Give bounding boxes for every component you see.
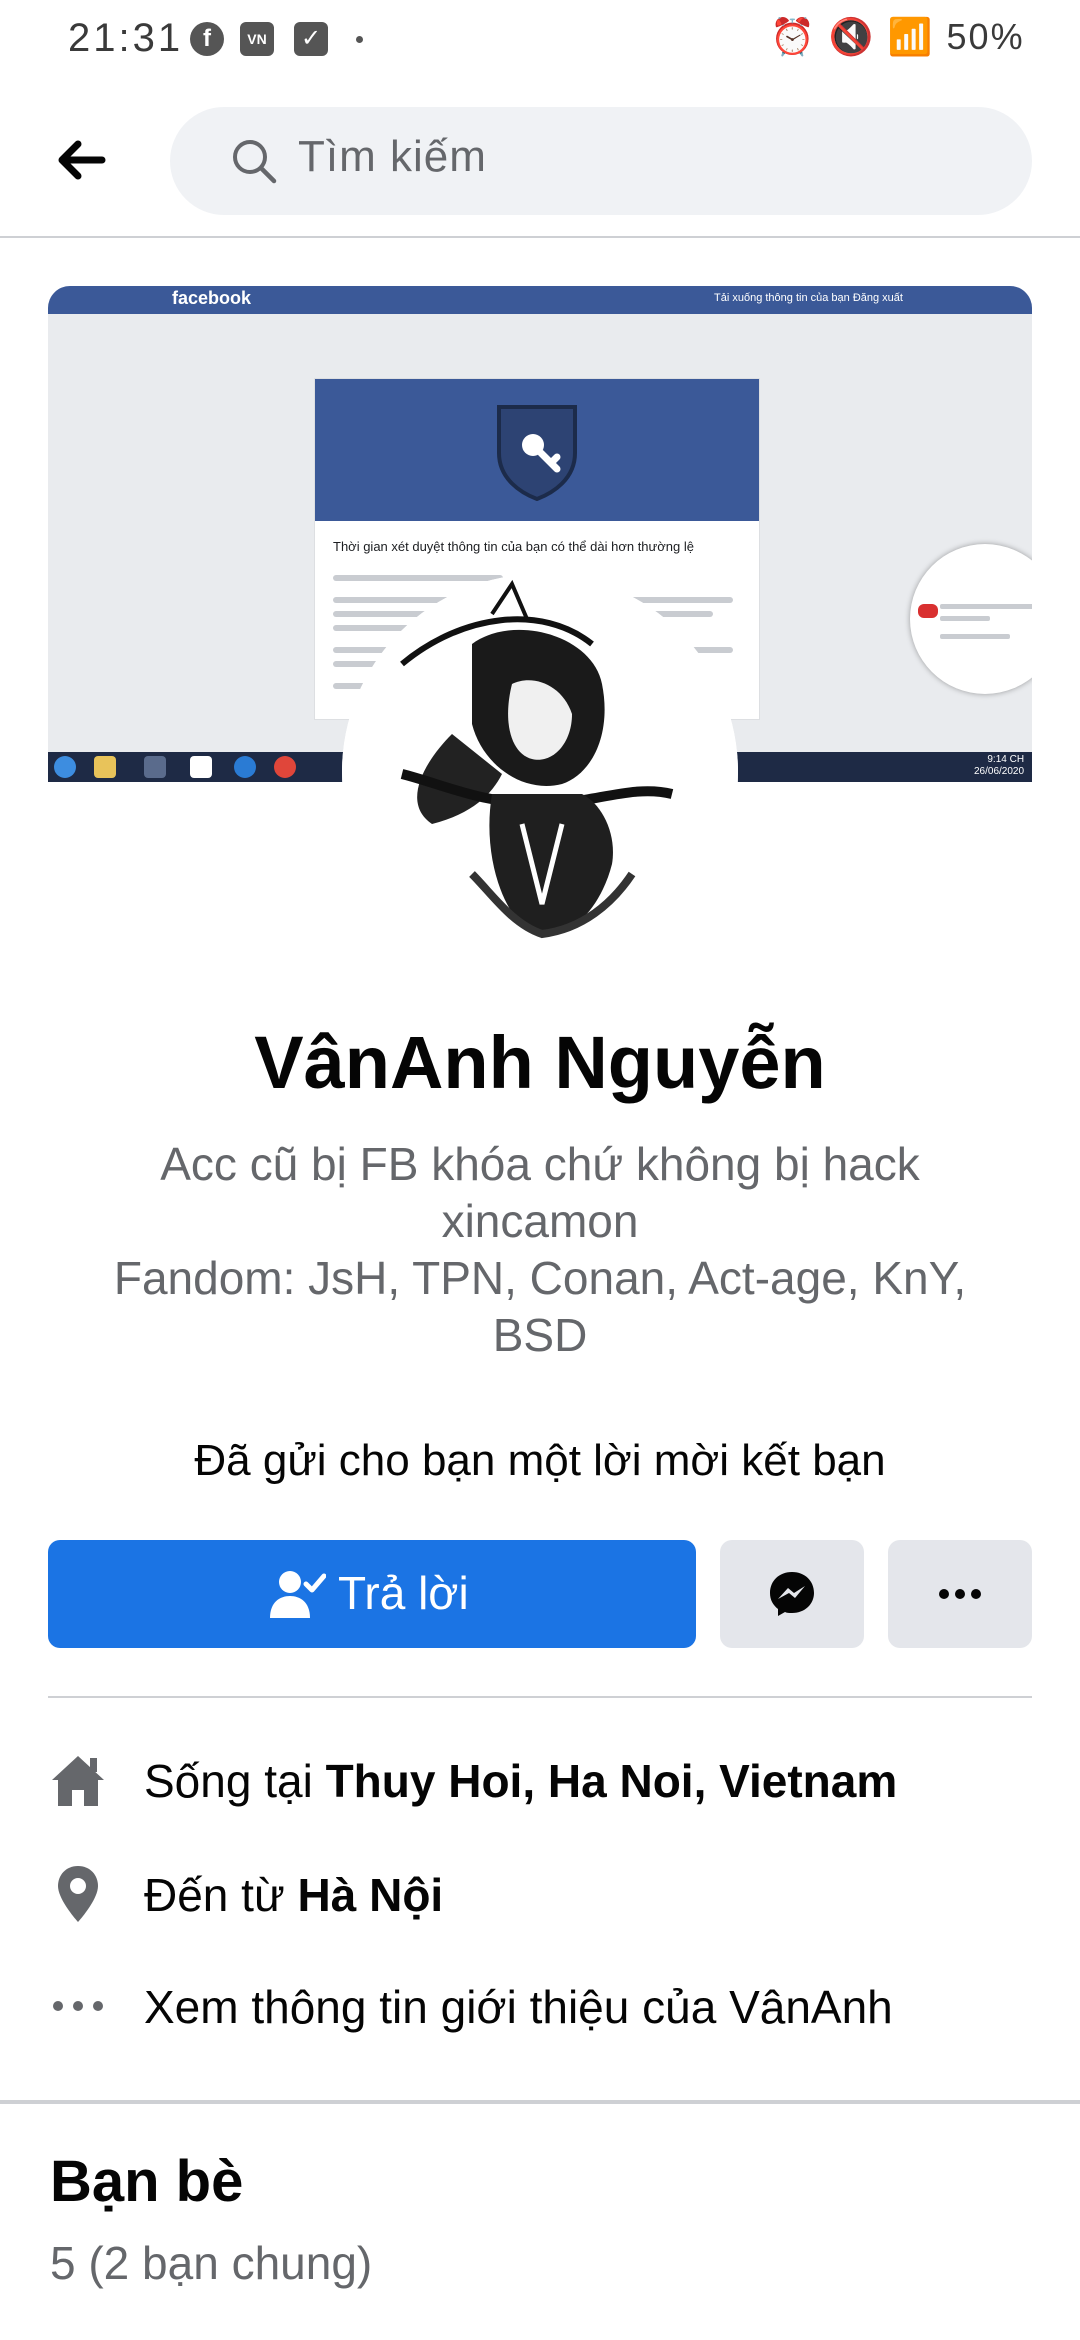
detail-prefix: Sống tại bbox=[144, 1755, 326, 1807]
cover-dialog-line bbox=[333, 575, 503, 581]
cover-dialog-header bbox=[315, 379, 759, 521]
cover-dialog-title: Thời gian xét duyệt thông tin của bạn có… bbox=[333, 539, 694, 554]
search-bar[interactable]: Tìm kiếm bbox=[170, 107, 1032, 215]
zoom-text-line bbox=[940, 604, 1032, 609]
more-icon bbox=[939, 1589, 981, 1599]
notification-dot bbox=[356, 36, 363, 43]
search-icon bbox=[233, 140, 277, 184]
cover-fb-header: facebook Tải xuống thông tin của bạn Đăn… bbox=[48, 286, 1032, 314]
detail-prefix: Đến từ bbox=[144, 1869, 298, 1921]
messenger-icon bbox=[770, 1572, 814, 1616]
profile-bio: Acc cũ bị FB khóa chứ không bị hack xinc… bbox=[80, 1136, 1000, 1364]
bio-line: xincamon bbox=[441, 1195, 639, 1247]
home-icon bbox=[52, 1756, 104, 1806]
actions-divider bbox=[48, 1696, 1032, 1698]
wifi-icon: 📶 bbox=[887, 16, 935, 57]
detail-lives-in[interactable]: Sống tại Thuy Hoi, Ha Noi, Vietnam bbox=[48, 1736, 1032, 1826]
folder-icon bbox=[94, 756, 116, 778]
detail-from[interactable]: Đến từ Hà Nội bbox=[48, 1850, 1032, 1940]
cover-clock-time: 9:14 CH bbox=[987, 754, 1025, 765]
windows-start-icon bbox=[54, 756, 76, 778]
bio-line: BSD bbox=[492, 1309, 588, 1361]
back-arrow-icon bbox=[58, 140, 106, 180]
back-button[interactable] bbox=[52, 130, 112, 190]
see-about-info-link: Xem thông tin giới thiệu của VânAnh bbox=[144, 1981, 893, 2033]
shield-key-icon bbox=[497, 405, 577, 501]
zoom-text-line bbox=[940, 634, 1010, 639]
avatar-illustration bbox=[342, 574, 738, 970]
battery-level: 50% bbox=[946, 16, 1025, 57]
friend-request-icon bbox=[270, 1571, 326, 1618]
more-options-button[interactable] bbox=[888, 1540, 1032, 1648]
location-pin-icon bbox=[58, 1866, 98, 1922]
detail-value: Hà Nội bbox=[297, 1869, 444, 1921]
header-divider bbox=[0, 236, 1080, 238]
detail-value: Thuy Hoi, Ha Noi, Vietnam bbox=[325, 1755, 898, 1807]
cover-fb-logo: facebook bbox=[172, 288, 252, 308]
profile-name: VânAnh Nguyễn bbox=[254, 1021, 826, 1104]
status-time: 21:31 bbox=[68, 16, 184, 60]
bio-line: Fandom: JsH, TPN, Conan, Act-age, KnY, bbox=[113, 1252, 967, 1304]
zoom-text-line bbox=[940, 616, 990, 621]
chrome-icon bbox=[274, 756, 296, 778]
friends-section-title: Bạn bè bbox=[50, 2149, 244, 2214]
news-app-icon: VN bbox=[240, 22, 274, 56]
zoom-redacted-mark bbox=[918, 604, 938, 618]
status-bar: 21:31 f VN ✓ ⏰ 🔇 📶 50% bbox=[0, 0, 1080, 86]
bio-line: Acc cũ bị FB khóa chứ không bị hack bbox=[160, 1138, 920, 1190]
reply-button-label: Trả lời bbox=[338, 1567, 469, 1619]
section-divider bbox=[0, 2100, 1080, 2104]
status-right: ⏰ 🔇 📶 50% bbox=[770, 16, 1025, 58]
messenger-button[interactable] bbox=[720, 1540, 864, 1648]
alarm-icon: ⏰ bbox=[770, 16, 817, 57]
cover-zoom-bubble bbox=[910, 544, 1032, 694]
cover-clock-date: 26/06/2020 bbox=[974, 766, 1025, 777]
mute-icon: 🔇 bbox=[828, 16, 876, 57]
profile-avatar[interactable] bbox=[342, 574, 738, 970]
cover-fb-links: Tải xuống thông tin của bạn Đăng xuất bbox=[714, 292, 903, 304]
checkbox-app-icon: ✓ bbox=[294, 22, 328, 56]
cover-clock: 9:14 CH 26/06/2020 bbox=[974, 754, 1024, 778]
detail-lives-in-text: Sống tại Thuy Hoi, Ha Noi, Vietnam bbox=[144, 1754, 897, 1808]
detail-see-about[interactable]: Xem thông tin giới thiệu của VânAnh bbox=[48, 1962, 1032, 2052]
ellipsis-icon bbox=[53, 2001, 103, 2011]
ie-icon bbox=[234, 756, 256, 778]
app-icon bbox=[190, 756, 212, 778]
media-icon bbox=[144, 756, 166, 778]
search-placeholder: Tìm kiếm bbox=[298, 132, 487, 181]
detail-from-text: Đến từ Hà Nội bbox=[144, 1868, 443, 1922]
facebook-icon: f bbox=[190, 22, 224, 56]
reply-button[interactable]: Trả lời bbox=[48, 1540, 696, 1648]
friend-request-notice: Đã gửi cho bạn một lời mời kết bạn bbox=[194, 1436, 886, 1485]
friends-count[interactable]: 5 (2 bạn chung) bbox=[50, 2236, 372, 2290]
